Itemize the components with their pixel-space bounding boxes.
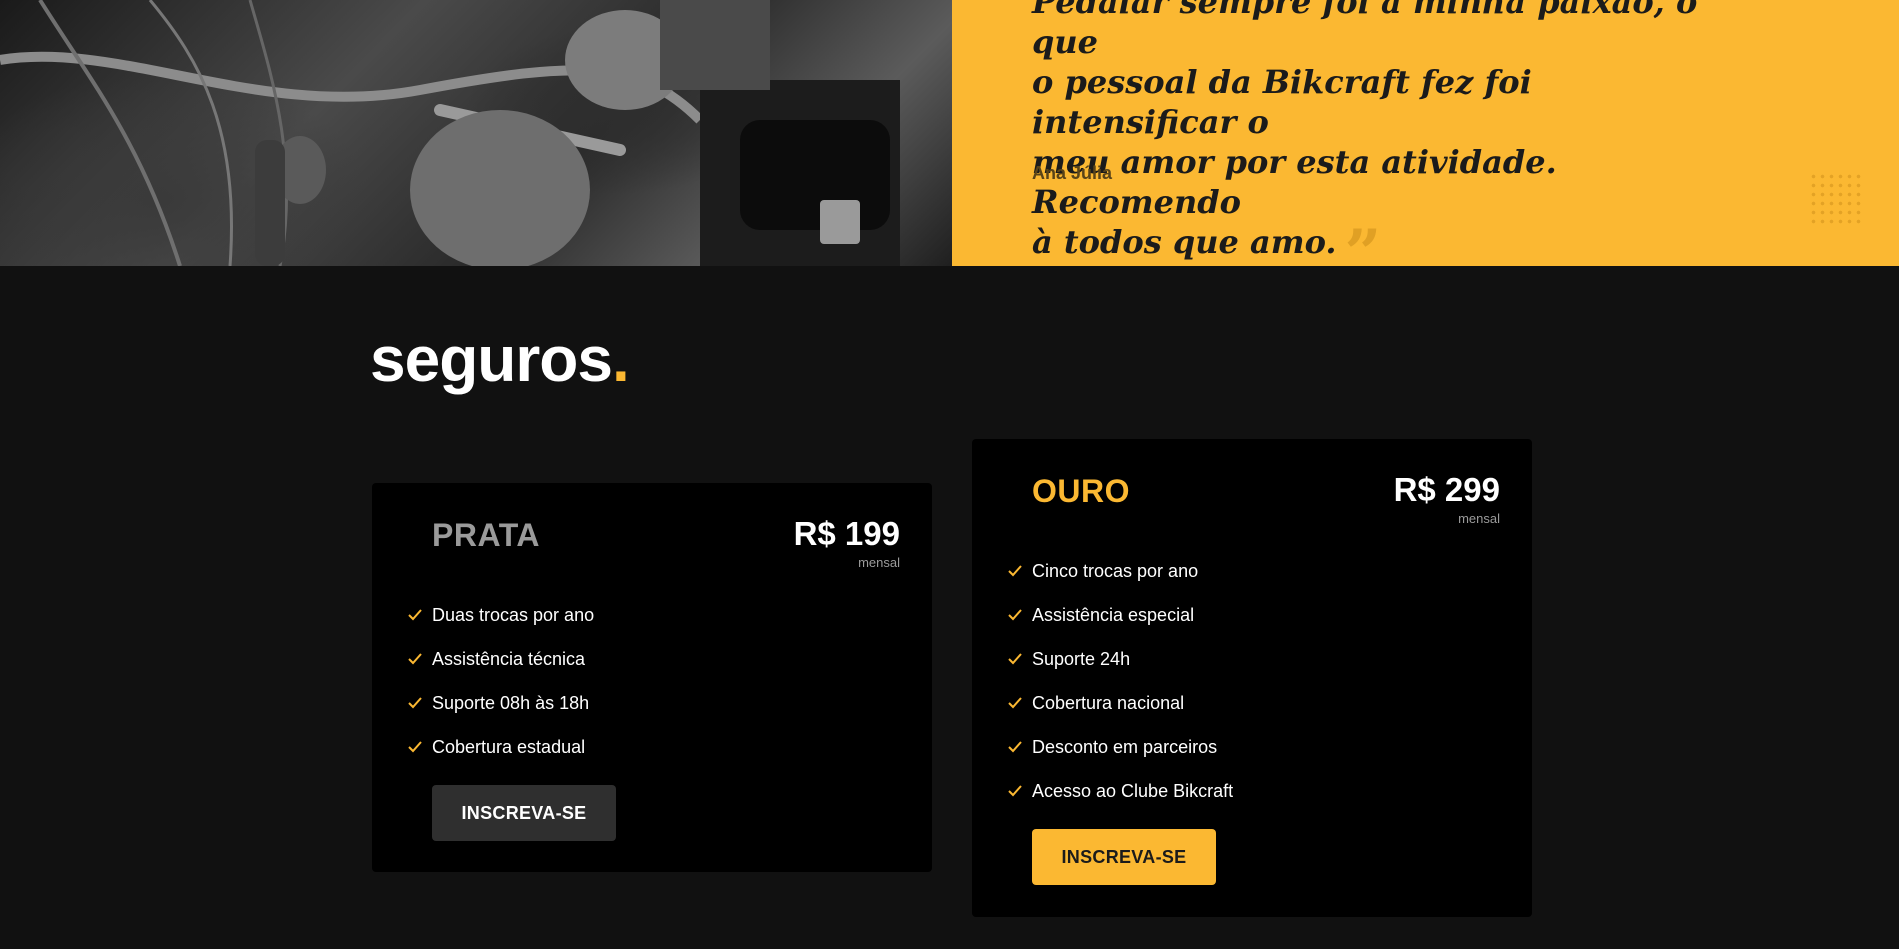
check-icon — [1008, 785, 1032, 797]
feature-label: Cobertura nacional — [1032, 692, 1185, 713]
feature-list: Cinco trocas por ano Assistência especia… — [1008, 549, 1233, 813]
section-title-dot: . — [611, 323, 630, 395]
feature-item: Desconto em parceiros — [1008, 725, 1233, 769]
feature-label: Acesso ao Clube Bikcraft — [1032, 780, 1234, 801]
subscribe-button-ouro[interactable]: INSCREVA-SE — [1032, 829, 1216, 885]
dot-grid-icon — [1809, 172, 1863, 226]
check-icon — [1008, 653, 1032, 665]
check-icon — [408, 741, 432, 753]
testimonial-quote: Pedalar sempre foi a minha paixão, o que… — [1032, 0, 1712, 266]
check-icon — [1008, 741, 1032, 753]
plan-card-prata: PRATA R$ 199 mensal Duas trocas por ano … — [372, 483, 932, 872]
feature-item: Suporte 24h — [1008, 637, 1233, 681]
feature-item: Acesso ao Clube Bikcraft — [1008, 769, 1233, 813]
plan-name: OURO — [1032, 473, 1130, 509]
quote-line: o pessoal da Bikcraft fez foi intensific… — [1032, 63, 1532, 141]
testimonial-author: Ana Júlia — [1032, 163, 1113, 183]
plan-name: PRATA — [432, 517, 540, 553]
feature-item: Duas trocas por ano — [408, 593, 594, 637]
feature-list: Duas trocas por ano Assistência técnica … — [408, 593, 594, 769]
testimonial-section: Pedalar sempre foi a minha paixão, o que… — [0, 0, 1899, 266]
plan-price-note: mensal — [858, 555, 900, 570]
check-icon — [408, 609, 432, 621]
section-title: seguros. — [370, 322, 630, 396]
feature-item: Assistência técnica — [408, 637, 594, 681]
feature-item: Cobertura estadual — [408, 725, 594, 769]
feature-label: Assistência técnica — [432, 648, 586, 669]
check-icon — [1008, 565, 1032, 577]
check-icon — [1008, 609, 1032, 621]
feature-item: Cinco trocas por ano — [1008, 549, 1233, 593]
plan-card-ouro: OURO R$ 299 mensal Cinco trocas por ano … — [972, 439, 1532, 917]
cyclist-photo — [0, 0, 952, 266]
feature-label: Assistência especial — [1032, 604, 1195, 625]
feature-label: Cobertura estadual — [432, 736, 586, 757]
check-icon — [1008, 697, 1032, 709]
quote-line: Pedalar sempre foi a minha paixão, o que — [1032, 0, 1698, 61]
feature-item: Assistência especial — [1008, 593, 1233, 637]
check-icon — [408, 697, 432, 709]
plan-price: R$ 299 — [1393, 471, 1500, 508]
bike-handlebar-illustration — [0, 0, 900, 266]
feature-label: Duas trocas por ano — [432, 604, 595, 625]
subscribe-button-prata[interactable]: INSCREVA-SE — [432, 785, 616, 841]
plan-price-note: mensal — [1458, 511, 1500, 526]
feature-label: Suporte 08h às 18h — [432, 692, 590, 713]
quote-close-icon: ” — [1344, 216, 1382, 267]
quote-line: à todos que amo. — [1032, 223, 1337, 261]
feature-item: Suporte 08h às 18h — [408, 681, 594, 725]
plan-price: R$ 199 — [793, 515, 900, 552]
feature-label: Cinco trocas por ano — [1032, 560, 1199, 581]
feature-label: Suporte 24h — [1032, 648, 1131, 669]
feature-label: Desconto em parceiros — [1032, 736, 1218, 757]
testimonial-quote-panel: Pedalar sempre foi a minha paixão, o que… — [952, 0, 1899, 266]
section-title-text: seguros — [370, 323, 613, 395]
check-icon — [408, 653, 432, 665]
feature-item: Cobertura nacional — [1008, 681, 1233, 725]
